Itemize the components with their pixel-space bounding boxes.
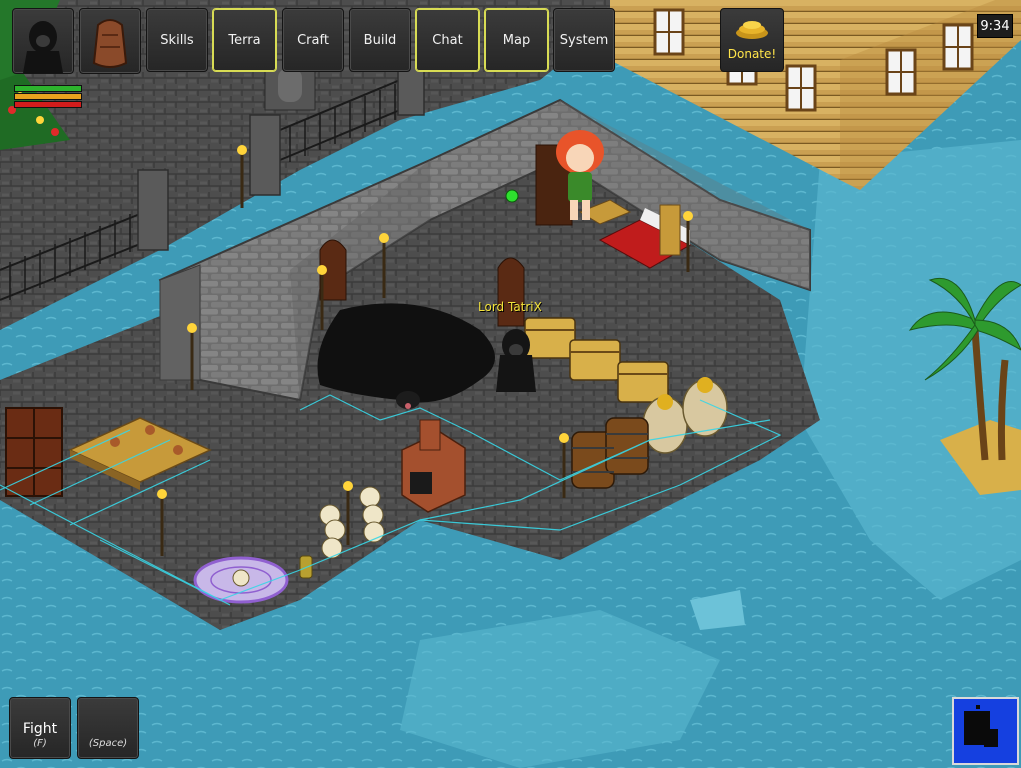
donate-button[interactable]: Donate! xyxy=(720,8,784,72)
backpack-icon xyxy=(92,19,128,68)
space-hotkey: (Space) xyxy=(88,738,128,749)
terra-button[interactable]: Terra xyxy=(212,8,277,72)
chat-button[interactable]: Chat xyxy=(415,8,480,72)
hooded-portrait-icon xyxy=(23,21,63,73)
inventory-button[interactable] xyxy=(79,8,141,74)
character-portrait[interactable] xyxy=(12,8,74,74)
fight-hotkey: (F) xyxy=(33,738,47,749)
game-world[interactable] xyxy=(0,0,1021,768)
minimap[interactable] xyxy=(952,697,1019,765)
minimap-terrain xyxy=(964,705,998,747)
player-nameplate: Lord TatriX xyxy=(478,300,542,314)
mana-bar xyxy=(14,101,82,108)
craft-button[interactable]: Craft xyxy=(282,8,344,72)
skills-button[interactable]: Skills xyxy=(146,8,208,72)
stamina-bar xyxy=(14,93,82,100)
system-button[interactable]: System xyxy=(553,8,615,72)
gold-coins-icon xyxy=(736,21,768,39)
health-bar xyxy=(14,85,82,92)
fight-button[interactable]: Fight (F) xyxy=(9,697,71,759)
fight-label: Fight xyxy=(22,721,58,737)
donate-label: Donate! xyxy=(727,47,777,61)
space-action-button[interactable]: (Space) xyxy=(77,697,139,759)
game-clock: 9:34 xyxy=(977,14,1013,38)
map-button[interactable]: Map xyxy=(484,8,549,72)
build-button[interactable]: Build xyxy=(349,8,411,72)
